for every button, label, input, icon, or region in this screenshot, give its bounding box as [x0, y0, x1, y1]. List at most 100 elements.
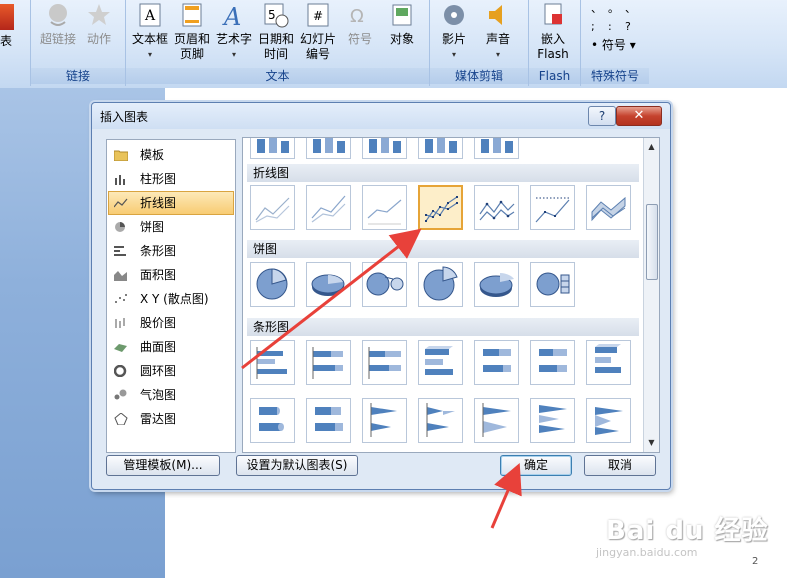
- pie-chart-variant-3[interactable]: [362, 262, 407, 307]
- category-scatter[interactable]: X Y (散点图): [109, 288, 233, 310]
- symbol-period[interactable]: 。: [608, 0, 625, 18]
- category-template[interactable]: 模板: [109, 144, 233, 166]
- column-chart-variant-5[interactable]: [474, 138, 519, 159]
- sound-button[interactable]: 声音 ▾: [478, 0, 518, 62]
- category-bar[interactable]: 条形图: [109, 240, 233, 262]
- hyperlink-button[interactable]: 超链接: [35, 0, 81, 47]
- date-time-button[interactable]: 5 日期和 时间: [256, 0, 296, 62]
- action-button[interactable]: 动作: [79, 0, 119, 47]
- category-surface[interactable]: 曲面图: [109, 336, 233, 358]
- cancel-button[interactable]: 取消: [584, 455, 656, 476]
- category-label: 雷达图: [140, 412, 177, 426]
- bar-chart-variant-3[interactable]: [362, 340, 407, 385]
- bar-chart-variant-6[interactable]: [530, 340, 575, 385]
- category-label: 模板: [140, 148, 165, 162]
- wordart-button[interactable]: A 艺术字 ▾: [214, 0, 254, 62]
- close-button[interactable]: ✕: [616, 106, 662, 126]
- embed-flash-button[interactable]: 嵌入 Flash: [533, 0, 573, 62]
- category-radar[interactable]: 雷达图: [109, 408, 233, 430]
- text-group-label: 文本: [126, 68, 429, 84]
- bar-chart-variant-1[interactable]: [250, 340, 295, 385]
- column-chart-icon: [115, 175, 125, 185]
- symbol-question[interactable]: ?: [625, 18, 642, 36]
- bullet-icon: •: [591, 38, 599, 52]
- scroll-down-icon[interactable]: ▼: [644, 436, 659, 450]
- pie-chart-variant-4[interactable]: [418, 262, 463, 307]
- symbol-semicolon[interactable]: ;: [591, 18, 608, 36]
- date-time-label-1: 日期和: [257, 32, 294, 46]
- header-footer-button[interactable]: 页眉和 页脚: [172, 0, 212, 62]
- bar-chart-variant-4[interactable]: [418, 340, 463, 385]
- ribbon-group-text: A 文本框 ▾ 页眉和 页脚 A 艺术字 ▾ 5 日期和 时间 # 幻灯片 编号…: [126, 0, 430, 86]
- bar-chart-variant-2[interactable]: [306, 340, 351, 385]
- radar-chart-icon: [114, 413, 128, 425]
- cone-bar-chart-variant-1[interactable]: [250, 398, 295, 443]
- bar-chart-variant-7[interactable]: [586, 340, 631, 385]
- line-chart-variant-6[interactable]: [530, 185, 575, 230]
- symbol-dropdown-button[interactable]: • 符号 ▾: [591, 36, 636, 53]
- set-default-chart-button[interactable]: 设置为默认图表(S): [236, 455, 358, 476]
- category-label: 股价图: [140, 316, 177, 330]
- cone-bar-chart-variant-5[interactable]: [474, 398, 519, 443]
- line-chart-variant-4[interactable]: [418, 185, 463, 230]
- pie-chart-variant-2[interactable]: [306, 262, 351, 307]
- manage-templates-button[interactable]: 管理模板(M)...: [106, 455, 220, 476]
- ribbon-partial-label: 表: [0, 34, 13, 48]
- column-chart-variant-3[interactable]: [362, 138, 407, 159]
- cone-bar-chart-variant-7[interactable]: [586, 398, 631, 443]
- gallery-scrollbar[interactable]: ▲ ▼: [643, 138, 659, 452]
- category-pie[interactable]: 饼图: [109, 216, 233, 238]
- film-reel-icon: [444, 5, 464, 25]
- bar-chart-variant-5[interactable]: [474, 340, 519, 385]
- line-chart-variant-7[interactable]: [586, 185, 631, 230]
- special-group-label: 特殊符号: [581, 68, 649, 84]
- bar-chart-variant-4-icon: [425, 346, 453, 375]
- cone-bar-chart-variant-2[interactable]: [306, 398, 351, 443]
- symbol-button[interactable]: Ω 符号: [340, 0, 380, 47]
- ok-button[interactable]: 确定: [500, 455, 572, 476]
- line-chart-variant-3[interactable]: [362, 185, 407, 230]
- slide-number-button[interactable]: # 幻灯片 编号: [298, 0, 338, 62]
- help-button[interactable]: ?: [588, 106, 616, 126]
- ribbon-group-partial: 表: [0, 0, 31, 86]
- pie-chart-variant-5[interactable]: [474, 262, 519, 307]
- scroll-up-icon[interactable]: ▲: [644, 140, 659, 154]
- line-chart-variant-5[interactable]: [474, 185, 519, 230]
- pie-chart-variant-5-icon: [479, 273, 514, 297]
- line-chart-variant-2[interactable]: [306, 185, 351, 230]
- chevron-down-icon: ▾: [451, 50, 456, 59]
- pie-chart-variant-6[interactable]: [530, 262, 575, 307]
- column-chart-variant-1[interactable]: [250, 138, 295, 159]
- symbol-enum[interactable]: 、: [625, 0, 642, 18]
- cone-bar-chart-variant-4[interactable]: [418, 398, 463, 443]
- area-chart-icon: [114, 271, 127, 281]
- header-footer-icon: [182, 3, 202, 27]
- category-column[interactable]: 柱形图: [109, 168, 233, 190]
- column-chart-variant-4[interactable]: [418, 138, 463, 159]
- ribbon-group-links: 超链接 动作 链接: [31, 0, 126, 86]
- category-doughnut[interactable]: 圆环图: [109, 360, 233, 382]
- cone-bar-chart-variant-3[interactable]: [362, 398, 407, 443]
- links-group-label: 链接: [31, 68, 125, 84]
- dialog-titlebar[interactable]: 插入图表 ? ✕: [92, 103, 670, 129]
- embed-flash-label-1: 嵌入: [540, 32, 565, 46]
- movie-button[interactable]: 影片 ▾: [434, 0, 474, 62]
- cone-bar-chart-variant-6[interactable]: [530, 398, 575, 443]
- stock-chart-icon: [115, 318, 125, 328]
- category-bubble[interactable]: 气泡图: [109, 384, 233, 406]
- category-line[interactable]: 折线图: [108, 191, 234, 215]
- symbol-comma[interactable]: 、: [591, 0, 608, 18]
- column-chart-variant-1-icon: [257, 138, 289, 153]
- action-label: 动作: [86, 32, 111, 46]
- textbox-button[interactable]: A 文本框 ▾: [130, 0, 170, 62]
- category-stock[interactable]: 股价图: [109, 312, 233, 334]
- column-chart-variant-5-icon: [481, 138, 513, 153]
- column-chart-variant-2[interactable]: [306, 138, 351, 159]
- scroll-thumb[interactable]: [646, 204, 658, 280]
- pie-chart-variant-1[interactable]: [250, 262, 295, 307]
- object-button[interactable]: 对象: [382, 0, 422, 47]
- category-area[interactable]: 面积图: [109, 264, 233, 286]
- line-chart-variant-1[interactable]: [250, 185, 295, 230]
- symbol-colon[interactable]: :: [608, 18, 625, 36]
- cone-bar-chart-variant-7-icon: [595, 407, 623, 435]
